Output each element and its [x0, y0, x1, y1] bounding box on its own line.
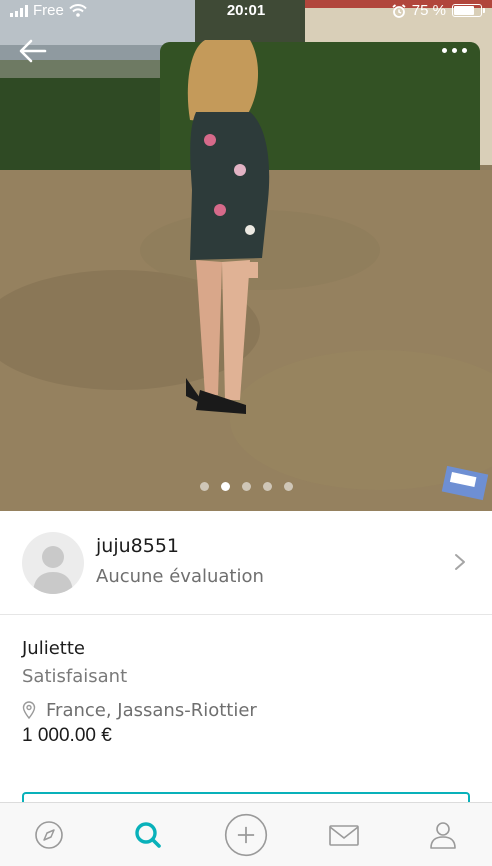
dot-icon: [442, 47, 447, 53]
tab-sell[interactable]: [197, 803, 295, 866]
item-details: Juliette Satisfaisant France, Jassans-Ri…: [22, 638, 472, 747]
carousel-dot[interactable]: [241, 482, 251, 491]
compass-icon: [35, 820, 64, 849]
carousel-dot[interactable]: [262, 482, 272, 491]
location-pin-icon: [22, 701, 36, 719]
seller-username: juju8551: [96, 535, 179, 557]
item-title: Juliette: [22, 638, 85, 659]
item-location: France, Jassans-Riottier: [22, 695, 472, 725]
battery-icon: [452, 4, 485, 17]
more-options-button[interactable]: [442, 44, 472, 56]
carousel-dot[interactable]: [220, 482, 230, 491]
tab-explore[interactable]: [0, 803, 98, 866]
status-bar: Free 20:01 75 %: [0, 0, 492, 22]
tab-profile[interactable]: [394, 803, 492, 866]
carousel-indicator[interactable]: [0, 482, 492, 491]
back-button[interactable]: [18, 38, 48, 64]
item-condition: Satisfaisant: [22, 666, 128, 687]
default-avatar-icon: [33, 546, 73, 594]
alarm-icon: [392, 3, 406, 18]
battery-percent: 75 %: [411, 2, 446, 19]
dot-icon: [462, 47, 467, 53]
seller-rating: Aucune évaluation: [96, 566, 264, 587]
item-price: 1 000.00 €: [22, 725, 112, 746]
arrow-left-icon: [19, 39, 47, 63]
tab-inbox[interactable]: [295, 803, 393, 866]
avatar: [22, 532, 84, 594]
status-right: 75 %: [392, 2, 485, 19]
photo-scene: [0, 0, 492, 511]
item-location-text: France, Jassans-Riottier: [46, 699, 257, 721]
profile-icon: [430, 821, 456, 849]
carousel-dot[interactable]: [283, 482, 293, 491]
item-photo[interactable]: Free 20:01 75 %: [0, 0, 492, 511]
tab-bar: [0, 802, 492, 866]
carousel-dot[interactable]: [199, 482, 209, 491]
dot-icon: [452, 47, 457, 53]
search-icon: [134, 821, 161, 848]
mail-icon: [329, 824, 360, 846]
seller-row[interactable]: juju8551 Aucune évaluation: [0, 511, 492, 615]
chevron-right-icon: [455, 554, 465, 570]
plus-circle-icon: [224, 813, 268, 856]
tab-search[interactable]: [98, 803, 196, 866]
